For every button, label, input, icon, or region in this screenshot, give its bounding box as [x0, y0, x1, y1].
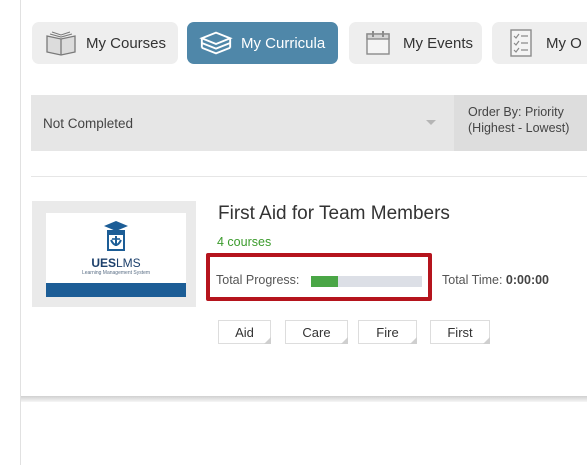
divider: [21, 396, 587, 402]
progress-bar: [311, 276, 422, 287]
book-open-icon: [44, 26, 78, 60]
tag-chip[interactable]: Aid: [218, 320, 271, 344]
total-time: Total Time: 0:00:00: [442, 273, 549, 287]
curricula-page: My Courses My Curricula My Events My O N…: [0, 0, 587, 465]
tag-chip[interactable]: First: [430, 320, 490, 344]
order-by-direction: (Highest - Lowest): [468, 121, 570, 135]
checklist-icon: [504, 26, 538, 60]
tab-my-other[interactable]: My O: [492, 22, 587, 64]
tab-my-courses[interactable]: My Courses: [32, 22, 178, 64]
thumbnail-image: UESLMS Learning Management System: [46, 213, 186, 297]
tab-label: My Events: [403, 34, 474, 52]
tab-label: My Courses: [86, 34, 167, 52]
divider: [31, 176, 587, 177]
graduation-cap-logo-icon: [104, 221, 128, 251]
tag-chip[interactable]: Fire: [358, 320, 417, 344]
total-progress-label: Total Progress:: [216, 273, 300, 287]
tab-my-curricula[interactable]: My Curricula: [187, 22, 338, 64]
thumbnail-tagline: Learning Management System: [81, 270, 151, 276]
books-stack-icon: [199, 26, 233, 60]
curriculum-title[interactable]: First Aid for Team Members: [218, 203, 450, 225]
order-by-select[interactable]: Order By: Priority (Highest - Lowest): [454, 95, 587, 151]
status-filter-select[interactable]: Not Completed: [31, 95, 452, 151]
progress-bar-fill: [311, 276, 338, 287]
course-count: 4 courses: [217, 235, 272, 249]
order-by-label: Order By: Priority: [468, 105, 564, 119]
calendar-icon: [361, 26, 395, 60]
tab-my-events[interactable]: My Events: [349, 22, 482, 64]
thumbnail-logo-text: UESLMS: [91, 256, 141, 270]
chevron-down-icon: [426, 120, 436, 125]
tag-chip[interactable]: Care: [285, 320, 348, 344]
status-filter-value: Not Completed: [43, 115, 134, 131]
tab-label: My O: [546, 34, 582, 52]
curriculum-thumbnail[interactable]: UESLMS Learning Management System: [32, 201, 196, 307]
total-time-label: Total Time:: [442, 273, 503, 287]
tab-label: My Curricula: [241, 34, 326, 52]
total-time-value: 0:00:00: [505, 273, 550, 287]
filter-bar: Not Completed Order By: Priority (Highes…: [31, 95, 587, 151]
thumbnail-band: [46, 283, 186, 297]
